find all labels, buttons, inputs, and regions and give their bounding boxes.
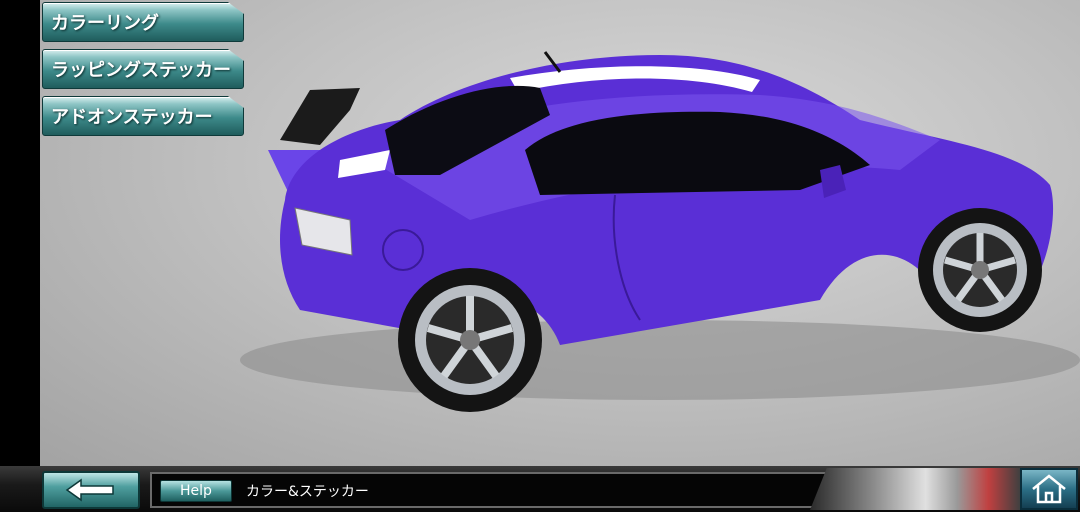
help-text: カラー&ステッカー <box>246 484 369 500</box>
help-button[interactable]: Help <box>160 480 232 502</box>
addon-sticker-button[interactable]: アドオンステッカー <box>42 96 244 136</box>
front-wheel <box>918 208 1042 332</box>
home-icon <box>1032 474 1066 504</box>
rear-wheel <box>398 268 542 412</box>
home-button[interactable] <box>1020 468 1078 510</box>
decorative-chrome-strip <box>810 468 1020 510</box>
back-arrow-icon <box>65 478 114 502</box>
coloring-button[interactable]: カラーリング <box>42 2 244 42</box>
wrapping-sticker-button[interactable]: ラッピングステッカー <box>42 49 244 89</box>
back-button[interactable] <box>42 471 140 509</box>
left-black-strip <box>0 0 40 512</box>
